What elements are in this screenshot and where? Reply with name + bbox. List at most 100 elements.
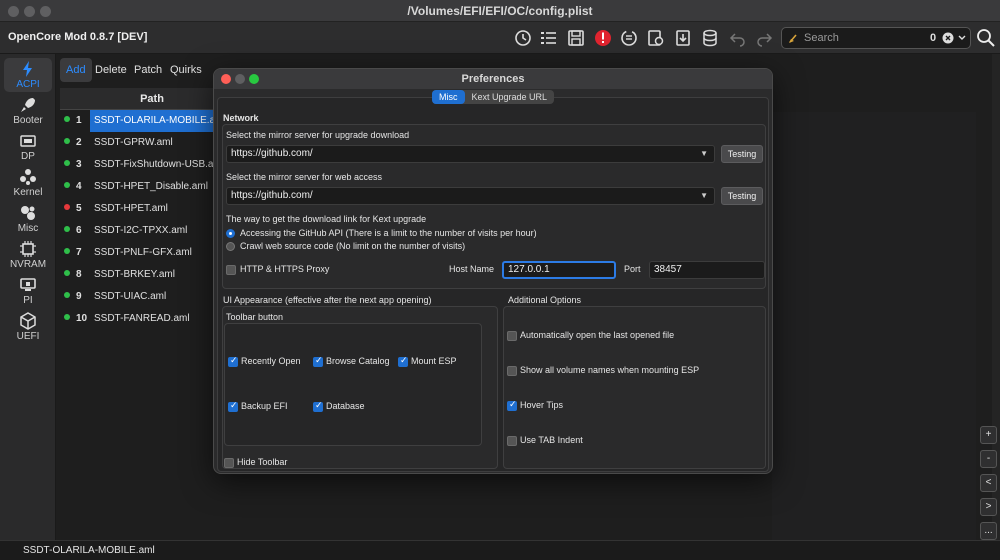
cube-icon <box>20 312 36 330</box>
table-row[interactable]: SSDT-FANREAD.aml <box>90 308 214 330</box>
testing-web-button[interactable]: Testing <box>721 187 763 205</box>
recently-open-checkbox[interactable] <box>228 356 238 367</box>
mirror-web-select[interactable]: https://github.com/ ▼ <box>226 187 715 205</box>
sidebar-item-label: DP <box>21 151 35 162</box>
database-checkbox[interactable] <box>313 401 323 412</box>
table-row-index[interactable]: 10 <box>60 308 90 330</box>
sidebar-item-dp[interactable]: DP <box>4 130 52 164</box>
move-down-button[interactable]: > <box>980 498 997 516</box>
table-row-index[interactable]: 8 <box>60 264 90 286</box>
index-header <box>60 88 90 110</box>
table-row-index[interactable]: 3 <box>60 154 90 176</box>
table-row[interactable]: SSDT-PNLF-GFX.aml <box>90 242 214 264</box>
radio-crawl-source[interactable] <box>226 242 235 251</box>
mirror-upgrade-value: https://github.com/ <box>231 148 313 159</box>
browse-catalog-label: Browse Catalog <box>326 356 390 366</box>
table-row[interactable]: SSDT-OLARILA-MOBILE.aml <box>90 110 214 132</box>
tab-quirks[interactable]: Quirks <box>164 58 208 82</box>
table-row[interactable]: SSDT-I2C-TPXX.aml <box>90 220 214 242</box>
sidebar-item-booter[interactable]: Booter <box>4 94 52 128</box>
sidebar-item-acpi[interactable]: ACPI <box>4 58 52 92</box>
save-icon[interactable] <box>565 27 587 49</box>
mount-esp-checkbox[interactable] <box>398 356 408 367</box>
database-icon[interactable] <box>699 27 721 49</box>
table-row-index[interactable]: 9 <box>60 286 90 308</box>
table-row-index[interactable]: 5 <box>60 198 90 220</box>
undo-icon[interactable] <box>727 27 749 49</box>
path-column: Path SSDT-OLARILA-MOBILE.aml SSDT-GPRW.am… <box>90 88 214 330</box>
show-volumes-label: Show all volume names when mounting ESP <box>520 365 700 375</box>
sidebar-item-uefi[interactable]: UEFI <box>4 310 52 344</box>
preferences-titlebar: Preferences <box>214 69 772 89</box>
preferences-dialog: Preferences Network Select the mirror se… <box>213 68 773 474</box>
search-input[interactable]: Search <box>804 32 839 44</box>
auto-open-checkbox[interactable] <box>507 331 517 341</box>
mirror-web-value: https://github.com/ <box>231 190 313 201</box>
radio-github-api[interactable] <box>226 229 235 238</box>
backup-efi-checkbox[interactable] <box>228 401 238 412</box>
tab-patch[interactable]: Patch <box>128 58 168 82</box>
tab-add[interactable]: Add <box>60 58 92 82</box>
sidebar-item-nvram[interactable]: NVRAM <box>4 238 52 272</box>
status-dot-icon <box>64 226 70 232</box>
mount-esp-icon[interactable] <box>645 27 667 49</box>
recently-open-label: Recently Open <box>241 356 301 366</box>
row-index: 9 <box>76 291 82 302</box>
sidebar: ACPI Booter DP Kernel Misc NVRAM PI UEFI <box>0 54 56 540</box>
preferences-content: Network Select the mirror server for upg… <box>217 97 769 472</box>
radio-crawl-source-label: Crawl web source code (No limit on the n… <box>240 241 466 251</box>
broom-icon <box>789 34 797 43</box>
port-input[interactable]: 38457 <box>649 261 765 279</box>
backup-efi-icon[interactable] <box>672 27 694 49</box>
table-row-index[interactable]: 1 <box>60 110 90 132</box>
sidebar-item-pi[interactable]: PI <box>4 274 52 308</box>
error-alert-icon[interactable] <box>592 27 614 49</box>
move-up-button[interactable]: < <box>980 474 997 492</box>
sidebar-item-label: UEFI <box>16 331 40 342</box>
table-row[interactable]: SSDT-GPRW.aml <box>90 132 214 154</box>
status-dot-icon <box>64 270 70 276</box>
refresh-icon[interactable] <box>618 27 640 49</box>
tab-kext-upgrade-url[interactable]: Kext Upgrade URL <box>465 90 555 104</box>
hide-toolbar-label: Hide Toolbar <box>237 457 288 467</box>
chevron-down-icon: ▼ <box>700 191 708 200</box>
hide-toolbar-checkbox[interactable] <box>224 458 234 468</box>
toolbar-button-group <box>224 323 482 446</box>
recently-open-icon[interactable] <box>512 27 534 49</box>
table-row[interactable]: SSDT-HPET_Disable.aml <box>90 176 214 198</box>
redo-icon[interactable] <box>753 27 775 49</box>
sidebar-item-kernel[interactable]: Kernel <box>4 166 52 200</box>
table-row[interactable]: SSDT-BRKEY.aml <box>90 264 214 286</box>
tab-indent-checkbox[interactable] <box>507 436 517 446</box>
sidebar-item-label: ACPI <box>16 79 40 90</box>
tab-misc[interactable]: Misc <box>432 90 465 104</box>
chevron-down-icon[interactable] <box>957 33 967 43</box>
host-name-input[interactable]: 127.0.0.1 <box>502 261 616 279</box>
table-row[interactable]: SSDT-HPET.aml <box>90 198 214 220</box>
table-row-index[interactable]: 4 <box>60 176 90 198</box>
show-volumes-checkbox[interactable] <box>507 366 517 376</box>
toolbar: OpenCore Mod 0.8.7 [DEV] Search 0 <box>0 22 1000 54</box>
browse-catalog-icon[interactable] <box>538 27 560 49</box>
remove-row-button[interactable]: - <box>980 450 997 468</box>
search-box[interactable]: Search 0 <box>781 27 971 49</box>
proxy-checkbox[interactable] <box>226 265 236 275</box>
search-icon[interactable] <box>975 27 997 49</box>
table-row-index[interactable]: 2 <box>60 132 90 154</box>
table-row-index[interactable]: 6 <box>60 220 90 242</box>
table-row-index[interactable]: 7 <box>60 242 90 264</box>
mirror-upgrade-select[interactable]: https://github.com/ ▼ <box>226 145 715 163</box>
path-header[interactable]: Path <box>90 88 214 110</box>
sidebar-item-misc[interactable]: Misc <box>4 202 52 236</box>
hover-tips-checkbox[interactable] <box>507 400 517 411</box>
more-button[interactable]: ... <box>980 522 997 540</box>
tab-delete[interactable]: Delete <box>89 58 133 82</box>
radio-github-api-label: Accessing the GitHub API (There is a lim… <box>240 228 537 238</box>
table-row[interactable]: SSDT-UIAC.aml <box>90 286 214 308</box>
add-row-button[interactable]: + <box>980 426 997 444</box>
browse-catalog-checkbox[interactable] <box>313 356 323 367</box>
table-row[interactable]: SSDT-FixShutdown-USB.aml <box>90 154 214 176</box>
clear-search-icon[interactable] <box>942 32 954 44</box>
row-index: 6 <box>76 225 82 236</box>
testing-upgrade-button[interactable]: Testing <box>721 145 763 163</box>
